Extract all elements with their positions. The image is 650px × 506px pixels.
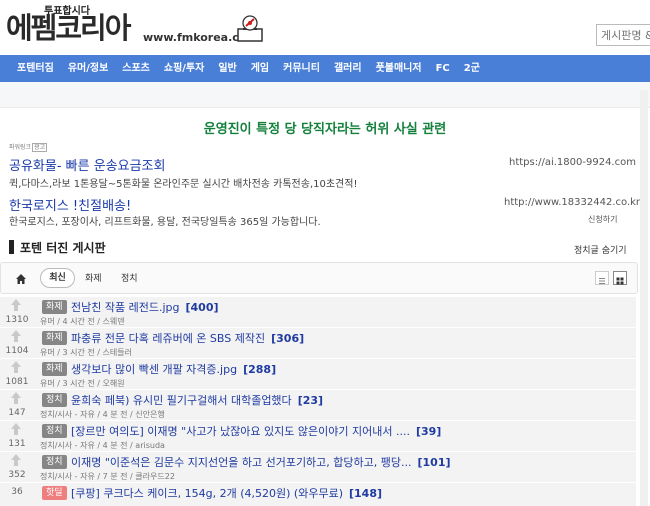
post-title[interactable]: 이재명 "이준석은 김문수 지지선언을 하고 선거포기하고, 합당하고, 팽당.… [71,454,451,470]
vote-count: 36 [11,487,23,497]
nav-item-2nd[interactable]: 2군 [457,55,487,82]
category-badge: 정치 [42,455,67,469]
nav-item-humor[interactable]: 유머/정보 [61,55,115,82]
notice-link[interactable]: 운영진이 특정 당 당직자라는 허위 사실 관련 [0,118,650,137]
vote-count: 352 [8,470,26,480]
nav-item-sports[interactable]: 스포츠 [115,55,157,82]
post-row[interactable]: 131 정치 [장르만 여의도] 이재명 "사고가 났잖아요 있지도 않은이야기… [0,421,636,452]
category-badge: 화제 [42,331,67,345]
grid-icon [616,277,624,285]
search-input[interactable] [596,24,650,46]
category-badge: 화제 [42,362,67,376]
post-title[interactable]: [쿠팡] 쿠크다스 케이크, 154g, 2개 (4,520원) (와우무료)[… [71,485,382,501]
comment-count: [148] [349,487,383,500]
post-title[interactable]: 윤희숙 페북) 유시민 필기구걸해서 대학졸업했다 [23] [71,392,323,408]
comment-count: [101] [417,456,451,469]
comment-count: [400] [185,301,219,314]
comment-count: [23] [297,394,324,407]
post-title[interactable]: 생각보다 많이 빡센 개팔 자격증.jpg [288] [71,361,276,377]
post-meta: 정치/시사 - 자유 / 7 분 전 / 클라우드22 [40,472,175,481]
hide-politics-toggle[interactable]: 정치글 숨기기 [574,243,627,256]
ad-url-2[interactable]: http://www.18332442.co.kr [504,197,640,208]
post-row[interactable]: 1310 화제 전남친 작품 레전드.jpg [400] 유머 / 4 시간 전 … [0,297,636,328]
ad-apply-link[interactable]: 신청하기 [588,214,617,225]
post-row[interactable]: 352 정치 이재명 "이준석은 김문수 지지선언을 하고 선거포기하고, 합당… [0,452,636,483]
post-title[interactable]: 파충류 전문 다혹 레쥬버에 온 SBS 제작진 [306] [71,330,304,346]
post-row[interactable]: 1104 화제 파충류 전문 다혹 레쥬버에 온 SBS 제작진 [306] 유머… [0,328,636,359]
upvote-icon [11,423,21,435]
post-row[interactable]: 1081 화제 생각보다 많이 빡센 개팔 자격증.jpg [288] 유머 / … [0,359,636,390]
comment-count: [39] [415,425,442,438]
post-row[interactable]: 36 핫딜 [쿠팡] 쿠크다스 케이크, 154g, 2개 (4,520원) (… [0,483,636,506]
category-badge: 화제 [42,300,67,314]
board-title-marker [9,240,14,254]
list-icon [599,278,605,284]
vote-count: 1104 [5,346,29,356]
vote-count: 1081 [5,377,29,387]
upvote-icon [11,454,21,466]
post-row[interactable]: 147 정치 윤희숙 페북) 유시민 필기구걸해서 대학졸업했다 [23] 정치/… [0,390,636,421]
vote-count: 1310 [5,315,29,325]
nav-item-fc[interactable]: FC [429,55,457,82]
ad-title-2[interactable]: 한국로지스 !친절배송! [9,195,131,214]
ad-label: 파워링크 광고 [9,143,48,152]
ad-desc-2: 한국로지스, 포장이사, 리프트화물, 용달, 전국당일특송 365일 가능합니… [9,217,321,228]
home-icon[interactable] [15,273,27,285]
nav-item-potential[interactable]: 포텐터짐 [10,55,61,82]
nav-item-community[interactable]: 커뮤니티 [276,55,327,82]
ballot-box-icon [237,15,263,42]
nav-item-game[interactable]: 게임 [244,55,276,82]
upvote-icon [11,361,21,373]
list-view-button[interactable] [595,271,609,285]
site-header: 투표합시다 에펨코리아 www.fmkorea.com [0,0,650,52]
post-title[interactable]: 전남친 작품 레전드.jpg [400] [71,299,219,315]
category-badge: 핫딜 [42,486,67,500]
post-meta: 유머 / 4 시간 전 / 스웨덴 [40,317,125,326]
site-logo[interactable]: 에펨코리아 [6,12,131,44]
ad-url-1[interactable]: https://ai.1800-9924.com [509,157,636,168]
category-badge: 정치 [42,424,67,438]
card-view-button[interactable] [613,271,627,285]
main-nav: 포텐터짐 유머/정보 스포츠 쇼핑/투자 일반 게임 커뮤니티 갤러리 풋볼매니… [0,55,650,82]
tab-latest[interactable]: 최신 [40,268,75,288]
ad-desc-1: 퀵,다마스,라보 1톤용달~5톤화물 온라인주문 실시간 배차전송 카톡전송,1… [9,179,358,190]
sub-nav [0,82,650,108]
vote-count: 147 [8,408,26,418]
comment-count: [306] [271,332,305,345]
comment-count: [288] [243,363,277,376]
upvote-icon [11,299,21,311]
tab-politics[interactable]: 정치 [121,271,138,284]
post-meta: 정치/시사 - 자유 / 4 분 전 / 신안은행 [40,410,165,419]
board-tabbar: 최신 화제 정치 [0,262,638,294]
nav-item-gallery[interactable]: 갤러리 [327,55,369,82]
nav-item-shopping[interactable]: 쇼핑/투자 [157,55,211,82]
scrollbar[interactable] [640,90,648,506]
tab-hot[interactable]: 화제 [85,271,102,284]
post-title[interactable]: [장르만 여의도] 이재명 "사고가 났잖아요 있지도 않은이야기 지어내서 .… [71,423,441,439]
nav-item-general[interactable]: 일반 [211,55,243,82]
vote-count: 131 [8,439,26,449]
upvote-icon [11,330,21,342]
post-meta: 유머 / 3 시간 전 / 스테들러 [40,348,132,357]
category-badge: 정치 [42,393,67,407]
board-title: 포텐 터진 게시판 [20,241,106,255]
post-meta: 유머 / 3 시간 전 / 오해원 [40,379,125,388]
nav-item-football-manager[interactable]: 풋볼매니저 [369,55,429,82]
ad-title-1[interactable]: 공유화물- 빠른 운송요금조회 [9,155,165,174]
upvote-icon [11,392,21,404]
post-meta: 정치/시사 - 자유 / 4 분 전 / arisuda [40,441,165,450]
